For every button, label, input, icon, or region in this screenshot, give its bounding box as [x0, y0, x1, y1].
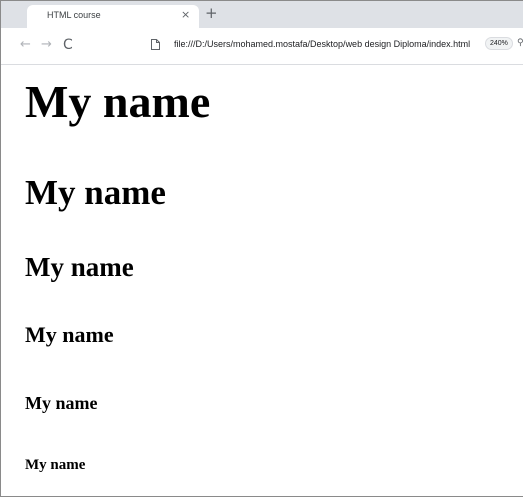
reload-icon[interactable]: C — [63, 37, 73, 53]
tab-strip: HTML course × + — [1, 1, 523, 28]
tab-title: HTML course — [47, 10, 101, 20]
close-tab-icon[interactable]: × — [181, 8, 190, 22]
heading-3: My name — [25, 252, 134, 282]
heading-6: My name — [25, 457, 86, 473]
heading-4: My name — [25, 322, 114, 347]
new-tab-icon[interactable]: + — [205, 4, 218, 22]
heading-2: My name — [25, 173, 166, 212]
heading-1: My name — [25, 76, 211, 127]
tab-html-course[interactable]: HTML course × — [27, 5, 199, 28]
zoom-level-badge[interactable]: 240% — [485, 37, 513, 50]
file-icon — [151, 39, 160, 50]
browser-window: HTML course × + ← → C file:///D:/Users/m… — [0, 0, 523, 497]
heading-5: My name — [25, 393, 98, 413]
back-arrow-icon[interactable]: ← — [20, 37, 31, 53]
zoom-icon[interactable]: ⚲ — [517, 38, 523, 48]
page-content: My name My name My name My name My name … — [1, 65, 523, 496]
address-bar[interactable]: file:///D:/Users/mohamed.mostafa/Desktop… — [174, 39, 470, 49]
browser-toolbar: ← → C file:///D:/Users/mohamed.mostafa/D… — [1, 28, 523, 65]
forward-arrow-icon[interactable]: → — [41, 37, 52, 53]
